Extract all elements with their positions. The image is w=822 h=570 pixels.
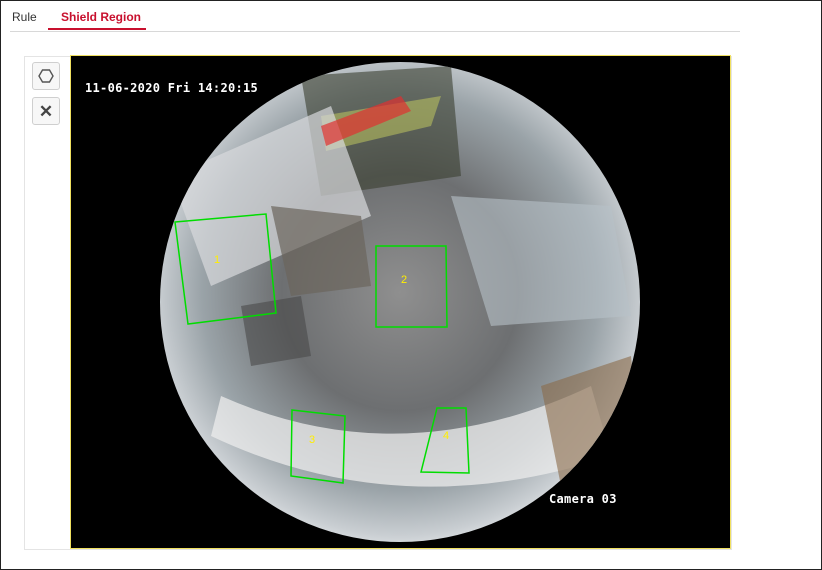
osd-camera-label: Camera 03 [549,492,617,506]
shield-region-label: 2 [401,274,407,286]
fisheye-video-view[interactable]: 1 2 3 4 11-06-2020 Fri 14:20:15 Camera 0… [71,56,730,548]
close-icon: ✕ [38,101,54,121]
tab-bar: Rule Shield Region [10,0,740,32]
tab-shield-region[interactable]: Shield Region [61,9,141,25]
fisheye-image: 1 2 3 4 [160,62,640,542]
osd-timestamp: 11-06-2020 Fri 14:20:15 [85,81,259,95]
draw-polygon-button[interactable] [32,62,60,90]
shield-region-label: 3 [309,434,315,446]
tab-rule[interactable]: Rule [12,9,37,25]
hexagon-icon [38,69,54,83]
clear-regions-button[interactable]: ✕ [32,97,60,125]
shield-region-label: 1 [214,254,220,266]
active-tab-indicator [48,28,146,30]
shield-region-label: 4 [443,430,449,442]
